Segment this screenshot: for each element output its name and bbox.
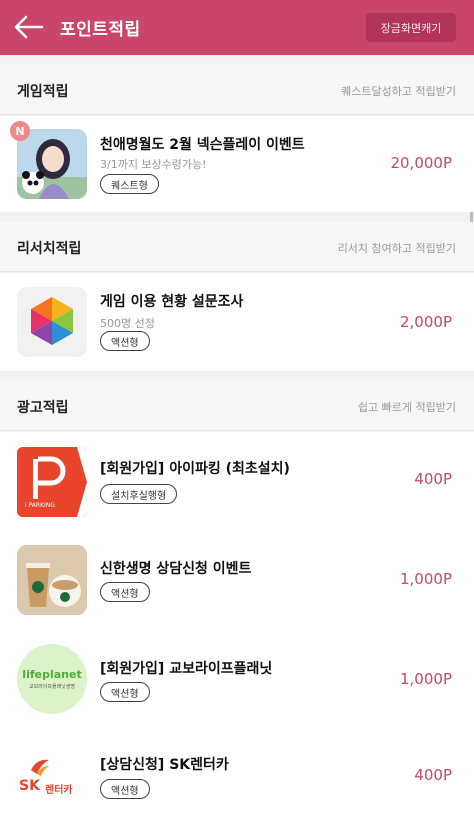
- item-title: [회원가입] 아이파킹 (최초설치): [100, 461, 290, 477]
- item-title: [회원가입] 교보라이프플래닛: [100, 661, 273, 677]
- game-character-icon: [17, 129, 87, 199]
- section-header-research: 리서치적립 리서치 참여하고 적립받기: [0, 222, 474, 272]
- item-type-tag: 액션형: [100, 779, 150, 799]
- section-card-research: 게임 이용 현황 설문조사 500명 선정 액션형 2,000P: [0, 273, 474, 371]
- lock-screen-button[interactable]: 장금화면캐기: [366, 13, 456, 42]
- item-points: 1,000P: [400, 570, 452, 588]
- section-title: 게임적립: [17, 84, 69, 100]
- app-header: 포인트적립 장금화면캐기: [0, 0, 474, 55]
- iparking-logo-icon: i PARKING: [17, 447, 87, 517]
- lifeplanet-logo-subtext: 교보라이프플래닛생명: [28, 684, 75, 690]
- item-points: 20,000P: [390, 154, 452, 172]
- section-subtitle: 퀘스트달성하고 적립받기: [341, 85, 456, 98]
- item-title: [상담신청] SK렌터카: [100, 757, 229, 773]
- item-description: 3/1까지 보상수령가능!: [100, 158, 207, 171]
- rentacar-logo-text: 렌터카: [45, 785, 73, 796]
- item-type-tag: 액션형: [100, 331, 150, 351]
- item-type-tag: 액션형: [100, 682, 150, 702]
- list-item-shinhan[interactable]: 신한생명 상담신청 이벤트 액션형 1,000P: [0, 532, 474, 632]
- item-title: 신한생명 상담신청 이벤트: [100, 561, 252, 577]
- item-description: 500명 선정: [100, 317, 155, 330]
- list-item-sk-rentacar[interactable]: SK 렌터카 [상담신청] SK렌터카 액션형 400P: [0, 732, 474, 815]
- iparking-logo-text: i PARKING: [25, 502, 55, 509]
- sk-rentacar-logo-icon: SK 렌터카: [17, 742, 87, 812]
- list-item-game-event[interactable]: N 천애명월도 2월 넥슨플레이 이벤트 3/1까지 보상수령가능! 퀘스트형 …: [0, 116, 474, 212]
- section-subtitle: 리서치 참여하고 적립받기: [337, 242, 456, 255]
- section-header-ads: 광고적립 쉽고 빠르게 적립받기: [0, 381, 474, 431]
- coffee-cups-icon: [17, 545, 87, 615]
- research-cube-icon: [17, 287, 87, 357]
- section-card-ads: i PARKING [회원가입] 아이파킹 (최초설치) 설치후실행형 400P…: [0, 432, 474, 815]
- list-item-iparking[interactable]: i PARKING [회원가입] 아이파킹 (최초설치) 설치후실행형 400P: [0, 432, 474, 532]
- section-header-game: 게임적립 퀘스트달성하고 적립받기: [0, 65, 474, 115]
- lifeplanet-logo-icon: lifeplanet 교보라이프플래닛생명: [17, 644, 87, 714]
- item-points: 1,000P: [400, 670, 452, 688]
- item-title: 천애명월도 2월 넥슨플레이 이벤트: [100, 137, 305, 153]
- item-points: 400P: [414, 766, 452, 784]
- item-points: 2,000P: [400, 313, 452, 331]
- back-arrow-icon[interactable]: [12, 12, 46, 42]
- section-title: 광고적립: [17, 400, 69, 416]
- page-title: 포인트적립: [60, 20, 141, 40]
- section-card-game: N 천애명월도 2월 넥슨플레이 이벤트 3/1까지 보상수령가능! 퀘스트형 …: [0, 116, 474, 212]
- section-title: 리서치적립: [17, 241, 82, 257]
- list-item-lifeplanet[interactable]: lifeplanet 교보라이프플래닛생명 [회원가입] 교보라이프플래닛 액션…: [0, 632, 474, 732]
- item-type-tag: 설치후실행형: [100, 484, 178, 504]
- item-title: 게임 이용 현황 설문조사: [100, 294, 244, 310]
- item-type-tag: 액션형: [100, 582, 150, 602]
- section-subtitle: 쉽고 빠르게 적립받기: [357, 401, 456, 414]
- list-item-survey[interactable]: 게임 이용 현황 설문조사 500명 선정 액션형 2,000P: [0, 273, 474, 371]
- item-type-tag: 퀘스트형: [100, 174, 159, 194]
- lifeplanet-logo-text: lifeplanet: [22, 668, 82, 681]
- new-badge: N: [10, 121, 30, 141]
- item-points: 400P: [414, 470, 452, 488]
- sk-logo-text: SK: [19, 778, 40, 794]
